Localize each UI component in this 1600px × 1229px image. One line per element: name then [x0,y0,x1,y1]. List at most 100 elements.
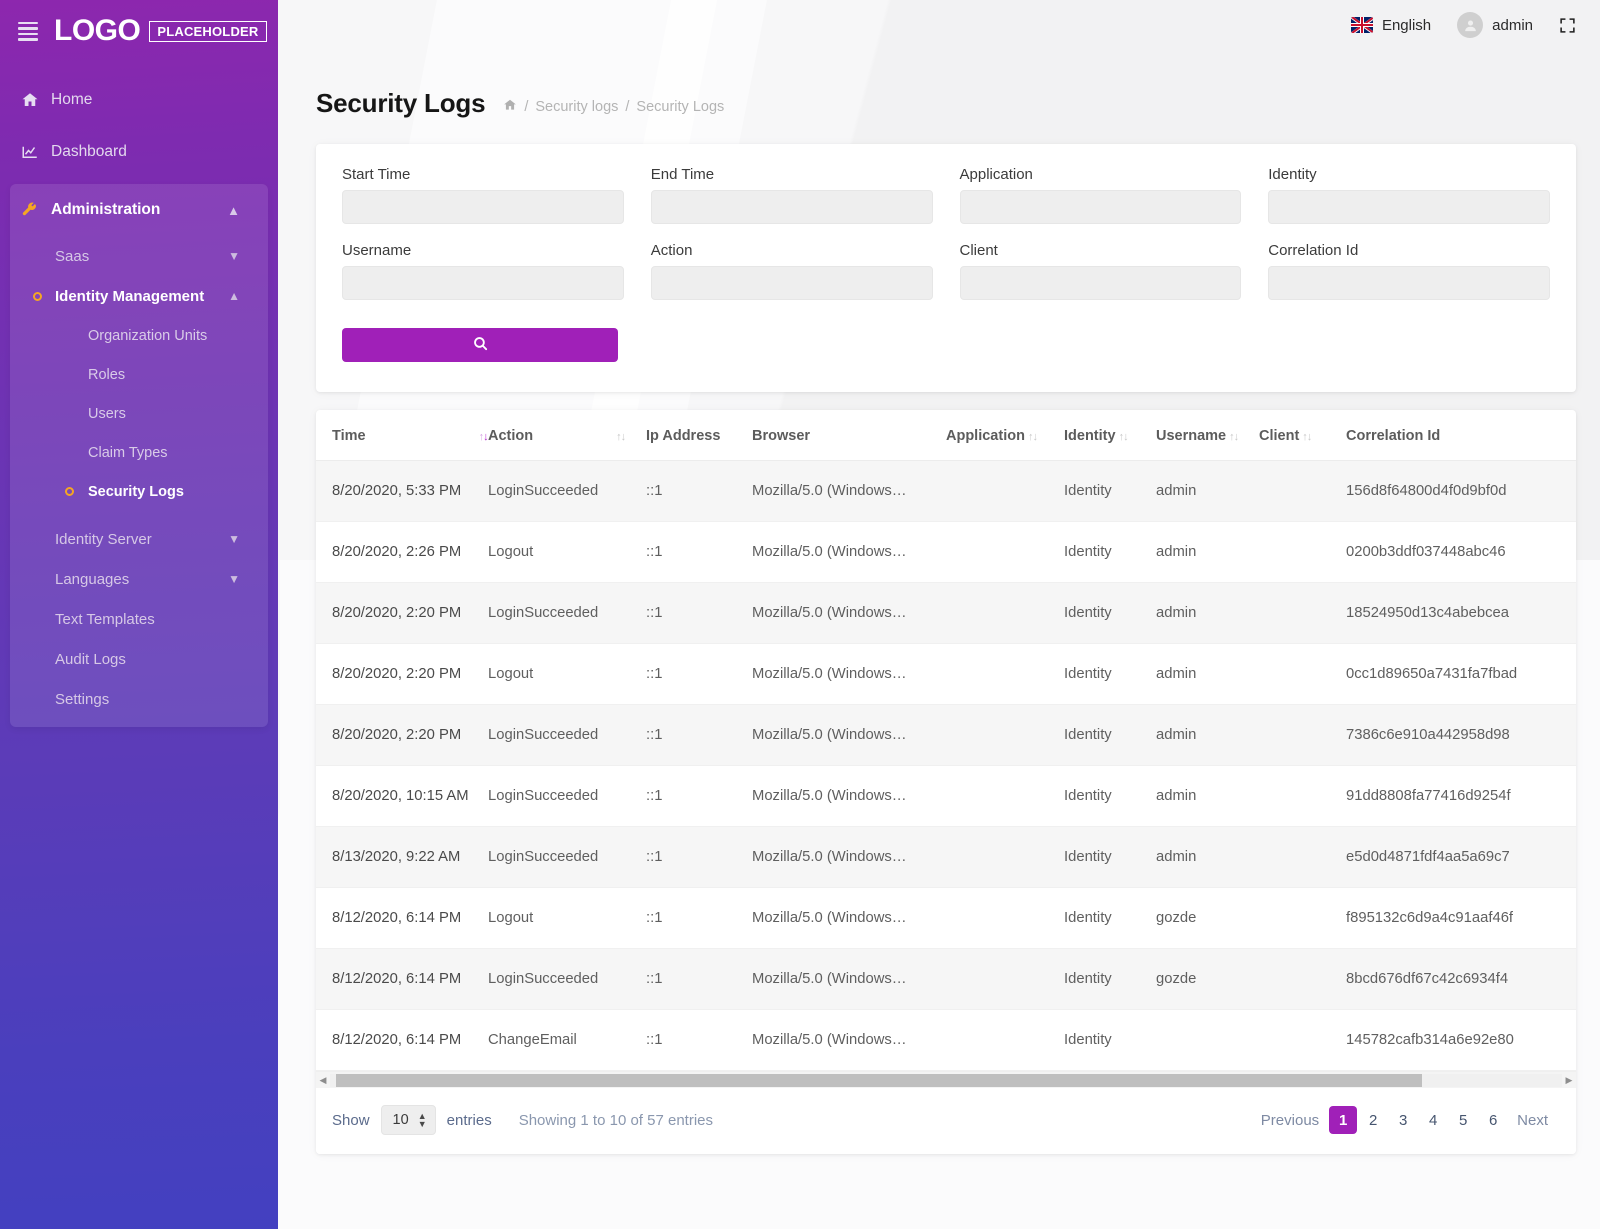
column-label: Time [332,428,366,444]
chart-icon [21,143,51,161]
horizontal-scrollbar[interactable]: ◀ ▶ [316,1071,1576,1088]
table-header-row: Time↑↓ Action↑↓ Ip Address Browser Appli… [316,410,1576,461]
home-icon[interactable] [503,98,517,115]
table-row[interactable]: 8/12/2020, 6:14 PMLogout::1Mozilla/5.0 (… [316,888,1576,949]
table-row[interactable]: 8/20/2020, 2:20 PMLoginSucceeded::1Mozil… [316,583,1576,644]
cell-browser: Mozilla/5.0 (Windows… [752,827,946,888]
sidebar-item-label: Home [51,91,92,109]
column-header-identity[interactable]: Identity↑↓ [1064,410,1156,461]
cell-application [946,583,1064,644]
breadcrumb-item-2[interactable]: Security Logs [636,99,724,115]
pagination-page-4[interactable]: 4 [1419,1106,1447,1134]
table-row[interactable]: 8/20/2020, 2:20 PMLogout::1Mozilla/5.0 (… [316,644,1576,705]
column-header-correlation-id[interactable]: Correlation Id [1346,410,1576,461]
sidebar-item-label: Administration [51,201,160,219]
active-dot-icon [65,487,74,496]
pagination-page-2[interactable]: 2 [1359,1106,1387,1134]
sidebar-item-dashboard[interactable]: Dashboard [0,126,278,178]
entries-per-page-select[interactable]: 10 ▲▼ [381,1105,436,1135]
scroll-right-arrow-icon[interactable]: ▶ [1562,1075,1576,1086]
sidebar-item-roles[interactable]: Roles [10,355,268,394]
sidebar-item-organization-units[interactable]: Organization Units [10,316,268,355]
table-row[interactable]: 8/20/2020, 2:26 PMLogout::1Mozilla/5.0 (… [316,522,1576,583]
scrollbar-thumb[interactable] [336,1074,1422,1087]
cell-correlation-id: 7386c6e910a442958d98 [1346,705,1576,766]
pagination-page-5[interactable]: 5 [1449,1106,1477,1134]
cell-browser: Mozilla/5.0 (Windows… [752,766,946,827]
column-header-application[interactable]: Application↑↓ [946,410,1064,461]
pagination-page-1[interactable]: 1 [1329,1106,1357,1134]
sidebar-item-security-logs[interactable]: Security Logs [10,472,268,511]
sidebar-item-home[interactable]: Home [0,74,278,126]
search-icon [472,335,489,356]
logo-badge: PLACEHOLDER [149,21,266,42]
logo[interactable]: LOGO PLACEHOLDER [54,14,267,48]
hamburger-icon[interactable] [18,22,38,41]
sidebar-item-settings[interactable]: Settings [10,679,268,719]
table-row[interactable]: 8/12/2020, 6:14 PMLoginSucceeded::1Mozil… [316,949,1576,1010]
column-header-browser[interactable]: Browser [752,410,946,461]
chevron-up-icon: ▲ [228,289,240,303]
column-header-client[interactable]: Client↑↓ [1259,410,1346,461]
user-name-label: admin [1492,17,1533,34]
active-dot-icon [33,292,42,301]
action-input[interactable] [651,266,933,300]
cell-action: Logout [488,888,646,949]
search-button[interactable] [342,328,618,362]
table-row[interactable]: 8/20/2020, 2:20 PMLoginSucceeded::1Mozil… [316,705,1576,766]
pagination-next[interactable]: Next [1509,1106,1556,1134]
cell-action: LoginSucceeded [488,949,646,1010]
column-header-username[interactable]: Username↑↓ [1156,410,1259,461]
field-label: Start Time [342,166,624,183]
pagination-page-3[interactable]: 3 [1389,1106,1417,1134]
pagination-page-6[interactable]: 6 [1479,1106,1507,1134]
sidebar-item-saas[interactable]: Saas ▼ [10,236,268,276]
sidebar-item-users[interactable]: Users [10,394,268,433]
table-header: Time↑↓ Action↑↓ Ip Address Browser Appli… [316,410,1576,461]
column-header-time[interactable]: Time↑↓ [316,410,488,461]
cell-username: admin [1156,461,1259,522]
sidebar-item-label: Claim Types [88,445,168,461]
identity-input[interactable] [1268,190,1550,224]
application-input[interactable] [960,190,1242,224]
fullscreen-icon[interactable] [1559,17,1576,34]
scrollbar-track[interactable] [330,1074,1562,1087]
cell-client [1259,888,1346,949]
cell-username: admin [1156,583,1259,644]
cell-application [946,1010,1064,1071]
sort-icon: ↑↓ [1229,432,1238,443]
sidebar-item-identity-server[interactable]: Identity Server ▼ [10,519,268,559]
user-menu[interactable]: admin [1457,12,1533,38]
pagination-previous[interactable]: Previous [1253,1106,1327,1134]
column-header-ip-address[interactable]: Ip Address [646,410,752,461]
end-time-input[interactable] [651,190,933,224]
cell-time: 8/12/2020, 6:14 PM [316,888,488,949]
sidebar-item-identity-management[interactable]: Identity Management ▲ [10,276,268,316]
sidebar-nav: Home Dashboard Administration ▲ Saas [0,62,278,727]
table-row[interactable]: 8/20/2020, 10:15 AMLoginSucceeded::1Mozi… [316,766,1576,827]
sidebar-item-text-templates[interactable]: Text Templates [10,599,268,639]
username-input[interactable] [342,266,624,300]
sidebar-item-audit-logs[interactable]: Audit Logs [10,639,268,679]
table-row[interactable]: 8/13/2020, 9:22 AMLoginSucceeded::1Mozil… [316,827,1576,888]
cell-browser: Mozilla/5.0 (Windows… [752,583,946,644]
table-row[interactable]: 8/12/2020, 6:14 PMChangeEmail::1Mozilla/… [316,1010,1576,1071]
language-selector[interactable]: English [1351,17,1431,34]
correlation-id-input[interactable] [1268,266,1550,300]
table-row[interactable]: 8/20/2020, 5:33 PMLoginSucceeded::1Mozil… [316,461,1576,522]
client-input[interactable] [960,266,1242,300]
sidebar-item-claim-types[interactable]: Claim Types [10,433,268,472]
sidebar-group-administration: Administration ▲ Saas ▼ Identity Managem… [10,184,268,727]
cell-identity: Identity [1064,1010,1156,1071]
sidebar-item-administration[interactable]: Administration ▲ [10,184,268,236]
cell-browser: Mozilla/5.0 (Windows… [752,1010,946,1071]
column-header-action[interactable]: Action↑↓ [488,410,646,461]
cell-identity: Identity [1064,644,1156,705]
cell-ip-address: ::1 [646,1010,752,1071]
main-content: Security Logs / Security logs / Security… [278,0,1600,1229]
start-time-input[interactable] [342,190,624,224]
breadcrumb-item-1[interactable]: Security logs [535,99,618,115]
scroll-left-arrow-icon[interactable]: ◀ [316,1075,330,1086]
sidebar-item-languages[interactable]: Languages ▼ [10,559,268,599]
cell-ip-address: ::1 [646,644,752,705]
